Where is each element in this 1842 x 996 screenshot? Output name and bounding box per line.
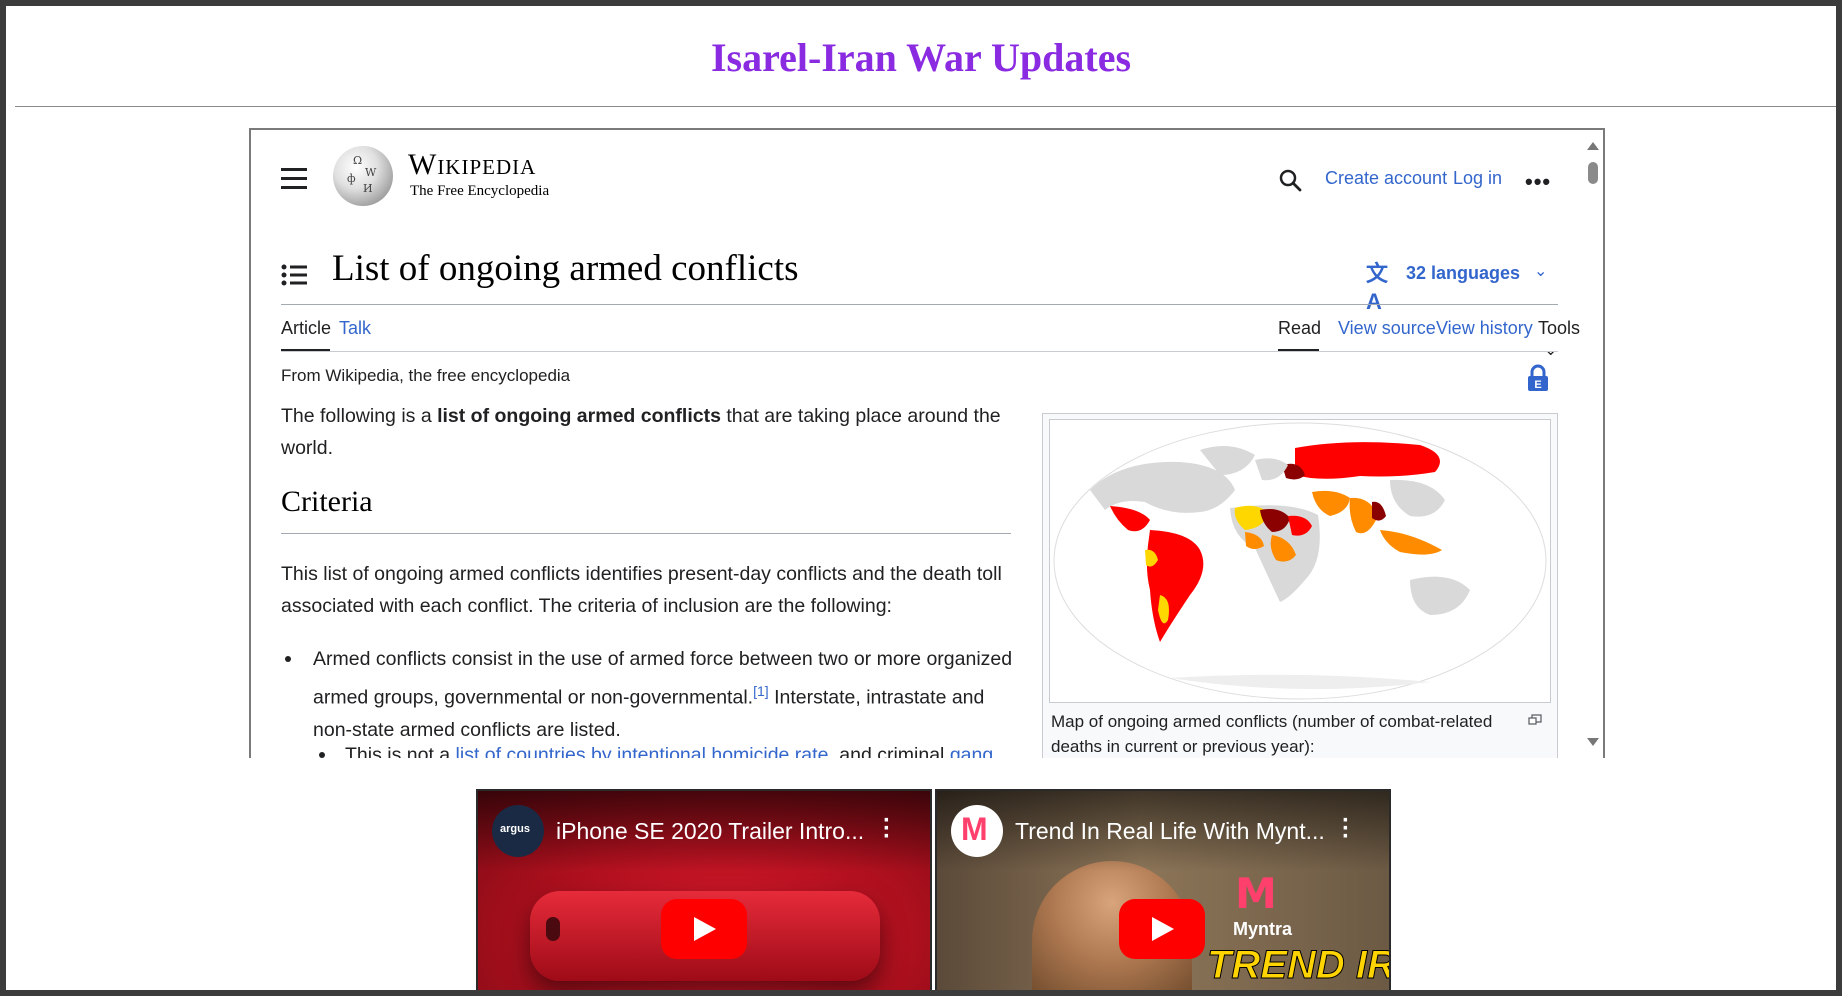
map-caption: Map of ongoing armed conflicts (number o… — [1051, 712, 1493, 756]
ellipsis-icon[interactable]: ••• — [1525, 169, 1551, 195]
tab-view-source[interactable]: View source — [1338, 318, 1436, 339]
tools-label: Tools — [1538, 318, 1581, 338]
list-item: This is not a list of countries by inten… — [319, 739, 1025, 758]
list-item: Armed conflicts consist in the use of ar… — [285, 643, 1013, 746]
criteria-heading: Criteria — [281, 485, 373, 518]
main-menu-icon[interactable] — [281, 168, 307, 190]
bullet-icon — [285, 656, 291, 662]
video-title[interactable]: Trend In Real Life With Mynt... — [1015, 818, 1325, 845]
more-vert-icon[interactable]: · · · — [1342, 809, 1350, 849]
protected-lock-icon[interactable]: E — [1527, 364, 1549, 392]
more-vert-icon[interactable]: · · · — [883, 809, 891, 849]
tab-article[interactable]: Article — [281, 318, 331, 339]
divider — [15, 106, 1836, 107]
wikipedia-page: ΩWфИ Wikipedia The Free Encyclopedia Cre… — [251, 130, 1581, 758]
tab-talk[interactable]: Talk — [339, 318, 371, 339]
wikipedia-wordmark[interactable]: Wikipedia — [408, 148, 536, 182]
intro-text: The following is a — [281, 405, 438, 427]
list-item-text-mid: , and criminal — [828, 744, 950, 758]
tab-tools[interactable]: Tools ⌄ — [1538, 318, 1581, 360]
language-count: 32 languages — [1406, 263, 1521, 283]
scrollbar-thumb[interactable] — [1588, 162, 1598, 184]
intro-bold-text: list of ongoing armed conflicts — [437, 405, 721, 427]
wikipedia-tagline: The Free Encyclopedia — [410, 183, 550, 199]
list-item-text: This is not a — [345, 744, 456, 758]
bullet-icon — [319, 752, 325, 758]
article-title: List of ongoing armed conflicts — [332, 248, 799, 289]
svg-text:E: E — [1534, 379, 1541, 391]
gang-link[interactable]: gang — [950, 744, 993, 758]
log-in-link[interactable]: Log in — [1453, 168, 1502, 189]
myntra-label: Myntra — [1233, 919, 1293, 939]
homicide-rate-link[interactable]: list of countries by intentional homicid… — [456, 744, 829, 758]
phone-camera — [546, 917, 560, 941]
play-button[interactable] — [1119, 899, 1205, 959]
channel-name: argus — [500, 823, 530, 835]
youtube-video-myntra[interactable]: M Myntra TREND IRL M Trend In Real Life … — [935, 789, 1391, 990]
channel-avatar[interactable]: argus — [492, 805, 544, 857]
tab-read[interactable]: Read — [1278, 318, 1321, 339]
search-icon[interactable] — [1278, 168, 1302, 192]
create-account-link[interactable]: Create account — [1325, 168, 1447, 189]
video-title[interactable]: iPhone SE 2020 Trailer Intro... — [556, 818, 864, 845]
youtube-video-iphone[interactable]: argus iPhone SE 2020 Trailer Intro... · ·… — [476, 789, 932, 990]
wikipedia-globe-logo[interactable]: ΩWфИ — [333, 146, 393, 206]
wikipedia-iframe[interactable]: ΩWфИ Wikipedia The Free Encyclopedia Cre… — [249, 128, 1605, 758]
title-divider — [281, 304, 1558, 305]
tabs-divider — [281, 351, 1558, 352]
myntra-logo-icon: M — [1235, 869, 1277, 918]
world-conflict-map — [1053, 422, 1547, 700]
channel-avatar[interactable]: M — [951, 805, 1003, 857]
play-button[interactable] — [661, 899, 747, 959]
page-title: Isarel-Iran War Updates — [710, 35, 1132, 80]
enlarge-icon[interactable] — [1528, 714, 1542, 726]
map-infobox: Map of ongoing armed conflicts (number o… — [1042, 413, 1558, 758]
trend-irl-label: TREND IRL — [1206, 943, 1389, 988]
criteria-divider — [281, 533, 1011, 534]
criteria-paragraph: This list of ongoing armed conflicts ide… — [281, 563, 1002, 617]
page: Isarel-Iran War Updates ΩWфИ Wikipedia T… — [6, 6, 1836, 990]
scroll-up-arrow-icon[interactable] — [1587, 142, 1599, 150]
reference-link[interactable]: [1] — [753, 683, 769, 699]
scroll-down-arrow-icon[interactable] — [1587, 738, 1599, 746]
table-of-contents-icon[interactable] — [281, 264, 307, 286]
iframe-scrollbar[interactable] — [1583, 130, 1603, 758]
translate-icon: 文A — [1366, 261, 1389, 314]
from-wikipedia-note: From Wikipedia, the free encyclopedia — [281, 366, 571, 385]
tab-view-history[interactable]: View history — [1436, 318, 1533, 339]
conflict-map-image[interactable] — [1049, 419, 1551, 703]
myntra-avatar-icon: M — [961, 811, 988, 847]
chevron-down-icon: ⌄ — [1534, 263, 1548, 280]
intro-paragraph: The following is a list of ongoing armed… — [281, 400, 1021, 464]
